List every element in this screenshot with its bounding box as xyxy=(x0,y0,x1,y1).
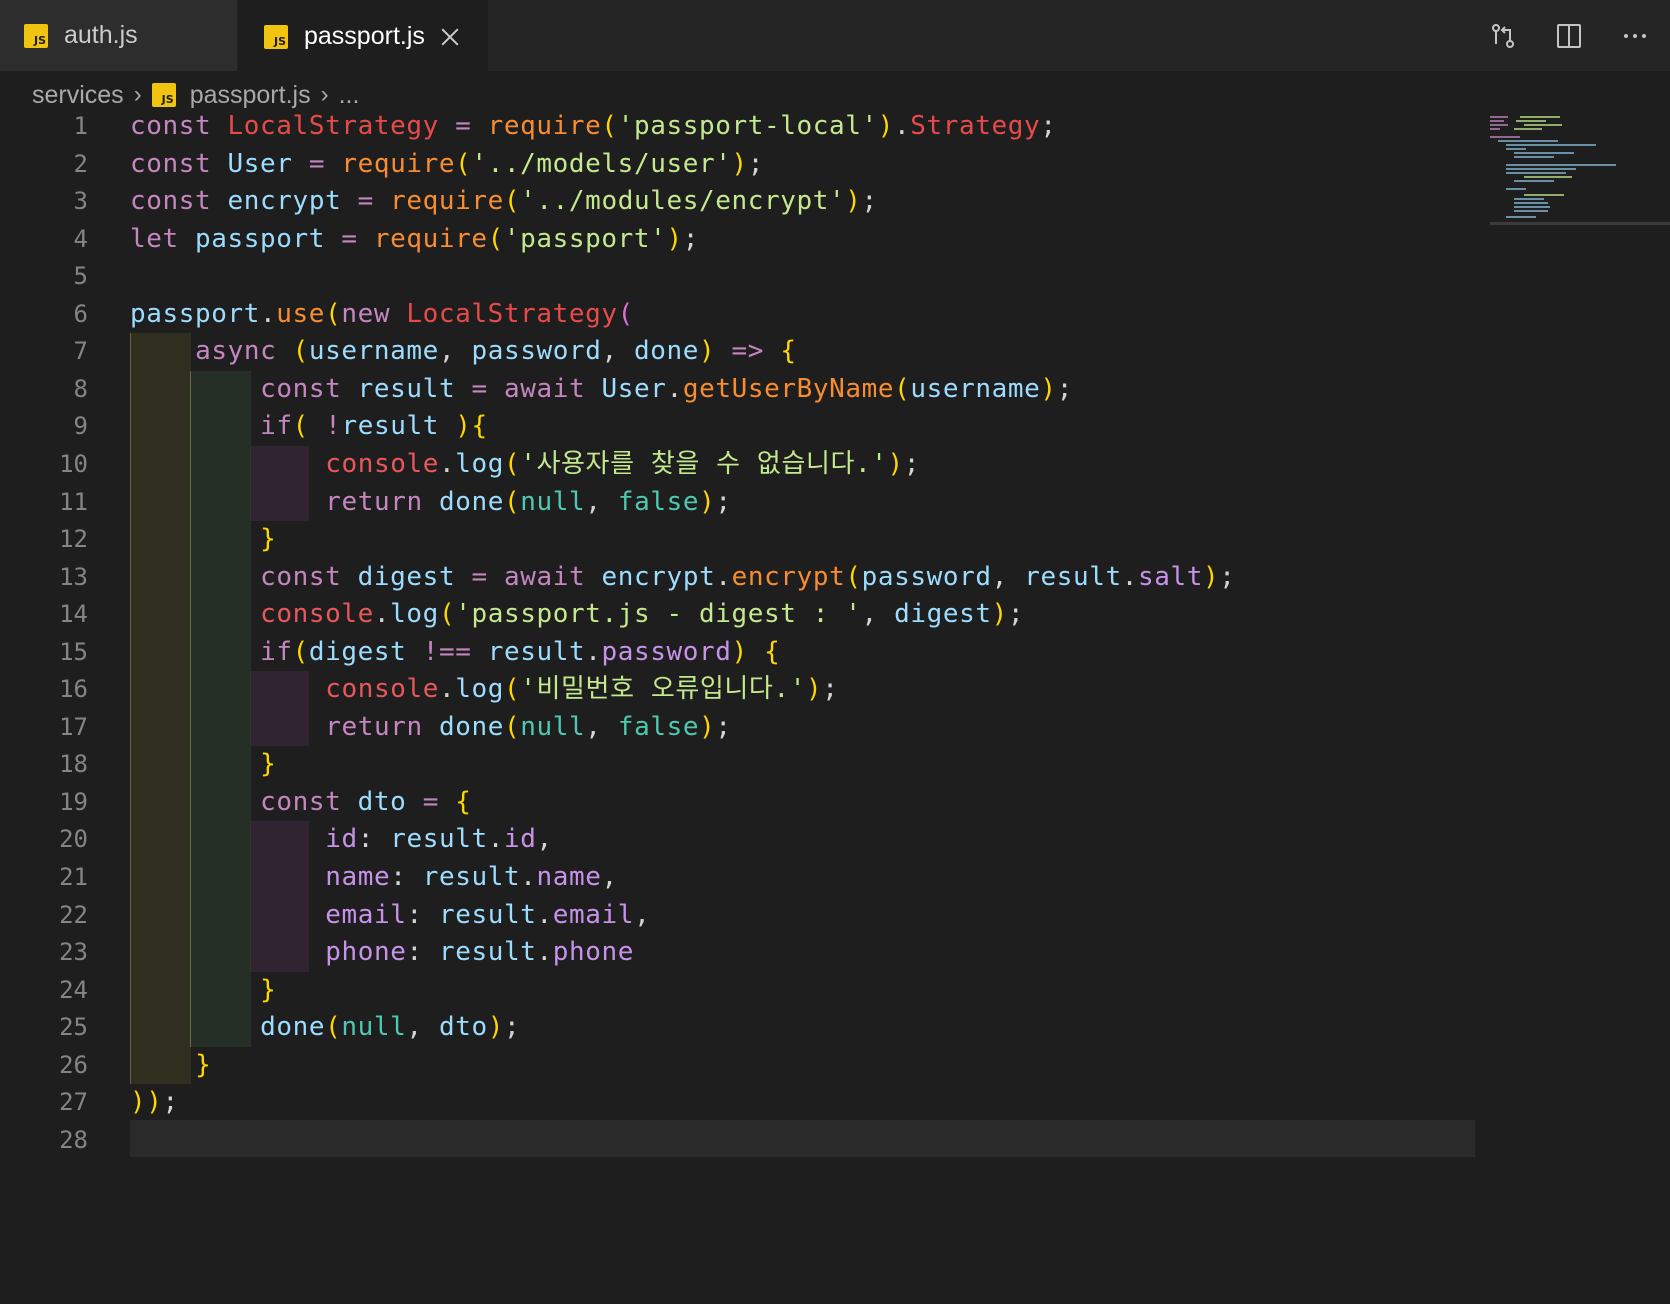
code-text: const encrypt = require('../modules/encr… xyxy=(130,186,878,217)
code-text: async (username, password, done) => { xyxy=(195,336,797,367)
code-line[interactable]: 2 const User = require('../models/user'); xyxy=(0,144,1490,184)
code-text: done(null, dto); xyxy=(260,1012,521,1043)
chevron-right-icon: › xyxy=(320,81,329,108)
code-line[interactable]: 9 if( !result ){ xyxy=(0,406,1490,446)
close-icon[interactable] xyxy=(439,26,461,48)
code-line[interactable]: 3 const encrypt = require('../modules/enc… xyxy=(0,181,1490,221)
code-text: console.log('비밀번호 오류입니다.'); xyxy=(325,674,839,705)
code-text: name: result.name, xyxy=(325,862,618,892)
code-line[interactable]: 7 async (username, password, done) => { xyxy=(0,331,1490,371)
code-line[interactable]: 25 done(null, dto); xyxy=(0,1007,1490,1047)
minimap[interactable] xyxy=(1490,116,1670,226)
line-number: 23 xyxy=(59,938,88,967)
compare-changes-icon[interactable] xyxy=(1488,21,1518,51)
split-editor-icon[interactable] xyxy=(1554,21,1584,51)
line-number: 4 xyxy=(73,224,88,253)
line-number: 21 xyxy=(59,863,88,891)
line-number: 22 xyxy=(59,900,88,929)
code-line[interactable]: 6 passport.use(new LocalStrategy( xyxy=(0,294,1490,334)
tab-bar: JS auth.js JS passport.js xyxy=(0,0,1670,71)
code-line[interactable]: 11 return done(null, false); xyxy=(0,482,1490,522)
code-line[interactable]: 23 phone: result.phone xyxy=(0,932,1490,972)
code-line[interactable]: 19 const dto = { xyxy=(0,782,1490,822)
code-text: } xyxy=(260,974,277,1005)
code-line[interactable]: 28 xyxy=(0,1120,1490,1160)
code-text: const result = await User.getUserByName(… xyxy=(260,373,1073,404)
line-number: 27 xyxy=(59,1088,88,1117)
tab-passport-js[interactable]: JS passport.js xyxy=(238,0,488,71)
code-line[interactable]: 8 const result = await User.getUserByNam… xyxy=(0,369,1490,409)
editor-actions xyxy=(1488,0,1670,71)
code-line[interactable]: 17 return done(null, false); xyxy=(0,707,1490,747)
code-text: if( !result ){ xyxy=(260,411,488,442)
line-number: 12 xyxy=(59,525,88,554)
tab-label: passport.js xyxy=(304,22,425,50)
code-line[interactable]: 20 id: result.id, xyxy=(0,819,1490,859)
code-text: } xyxy=(260,524,277,555)
line-number: 1 xyxy=(73,112,88,140)
line-number: 24 xyxy=(59,975,88,1004)
code-text: } xyxy=(260,749,277,780)
code-line[interactable]: 18 } xyxy=(0,744,1490,784)
line-number: 13 xyxy=(59,562,88,591)
code-text: if(digest !== result.password) { xyxy=(260,636,781,667)
code-text: } xyxy=(195,1049,212,1080)
line-number: 28 xyxy=(59,1125,88,1154)
code-line[interactable]: 14 console.log('passport.js - digest : '… xyxy=(0,594,1490,634)
code-line[interactable]: 15 if(digest !== result.password) { xyxy=(0,632,1490,672)
line-number: 20 xyxy=(59,825,88,854)
code-line[interactable]: 1 const LocalStrategy = require('passport… xyxy=(0,106,1490,146)
code-text: const User = require('../models/user'); xyxy=(130,148,764,179)
line-number: 3 xyxy=(73,187,88,216)
code-text: email: result.email, xyxy=(325,899,651,930)
code-text: const digest = await encrypt.encrypt(pas… xyxy=(260,561,1236,592)
code-text: phone: result.phone xyxy=(325,937,635,968)
line-number: 8 xyxy=(73,374,88,403)
code-text: let passport = require('passport'); xyxy=(130,223,699,254)
code-line[interactable]: 4 let passport = require('passport'); xyxy=(0,219,1490,259)
code-line[interactable]: 21 name: result.name, xyxy=(0,857,1490,897)
line-number: 7 xyxy=(73,337,88,366)
line-number: 2 xyxy=(73,149,88,178)
line-number: 18 xyxy=(59,750,88,779)
line-number: 26 xyxy=(59,1050,88,1079)
line-number: 11 xyxy=(59,487,88,516)
code-line[interactable]: 16 console.log('비밀번호 오류입니다.'); xyxy=(0,669,1490,709)
chevron-right-icon: › xyxy=(133,81,142,108)
js-icon: JS xyxy=(264,24,288,49)
line-number: 19 xyxy=(59,787,88,816)
line-number: 17 xyxy=(59,712,88,741)
js-icon: JS xyxy=(151,83,176,107)
line-number: 25 xyxy=(59,1013,88,1042)
code-text: id: result.id, xyxy=(325,824,553,855)
code-text: console.log('passport.js - digest : ', d… xyxy=(260,599,1025,630)
line-number: 15 xyxy=(59,637,88,666)
code-text: const dto = { xyxy=(260,786,472,817)
line-number: 5 xyxy=(73,262,88,291)
code-line[interactable]: 12 } xyxy=(0,519,1490,559)
more-actions-icon[interactable] xyxy=(1620,21,1650,51)
line-number: 10 xyxy=(59,449,88,478)
code-text: const LocalStrategy = require('passport-… xyxy=(130,111,1057,141)
code-text: return done(null, false); xyxy=(325,711,732,742)
tab-auth-js[interactable]: JS auth.js xyxy=(0,0,238,71)
code-line[interactable]: 10 console.log('사용자를 찾을 수 없습니다.'); xyxy=(0,444,1490,484)
line-number: 16 xyxy=(59,675,88,704)
code-line[interactable]: 22 email: result.email, xyxy=(0,895,1490,935)
code-text: return done(null, false); xyxy=(325,486,732,517)
code-text: )); xyxy=(130,1087,179,1118)
line-number: 6 xyxy=(73,299,88,328)
code-line[interactable]: 24 } xyxy=(0,970,1490,1010)
code-line[interactable]: 13 const digest = await encrypt.encrypt(… xyxy=(0,557,1490,597)
code-line[interactable]: 5 xyxy=(0,256,1490,296)
code-text: passport.use(new LocalStrategy( xyxy=(130,298,634,329)
code-editor[interactable]: 1 const LocalStrategy = require('passport… xyxy=(0,111,1490,1304)
code-text: console.log('사용자를 찾을 수 없습니다.'); xyxy=(325,448,921,479)
js-icon: JS xyxy=(24,23,48,48)
line-number: 9 xyxy=(73,412,88,441)
code-line[interactable]: 27)); xyxy=(0,1082,1490,1122)
code-line[interactable]: 26 } xyxy=(0,1045,1490,1085)
line-number: 14 xyxy=(59,600,88,629)
tab-label: auth.js xyxy=(64,21,138,49)
